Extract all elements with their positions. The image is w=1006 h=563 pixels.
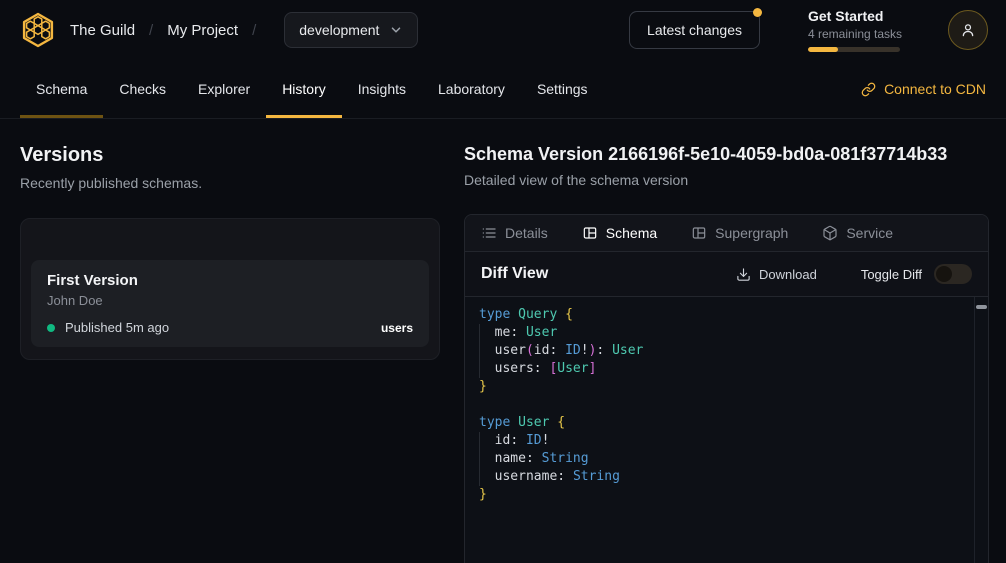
code-line: user(id: ID!): User [479, 342, 970, 360]
version-name: First Version [47, 272, 413, 289]
nav-tab-label: Settings [537, 81, 588, 97]
connect-to-cdn-link[interactable]: Connect to CDN [861, 60, 986, 118]
version-meta: Published 5m ago users [47, 320, 413, 335]
target-selector-value: development [299, 22, 379, 38]
tab-label: Details [505, 225, 548, 241]
code-line: username: String [479, 468, 970, 486]
download-label: Download [759, 267, 817, 282]
nav-tab-schema[interactable]: Schema [20, 60, 103, 118]
nav-tab-label: Insights [358, 81, 406, 97]
get-started-progress-fill [808, 47, 838, 52]
breadcrumb-org[interactable]: The Guild [70, 22, 135, 39]
list-icon [481, 225, 497, 241]
latest-changes-button[interactable]: Latest changes [629, 11, 760, 49]
code-scrollbar-thumb[interactable] [976, 305, 987, 309]
nav-tab-laboratory[interactable]: Laboratory [422, 60, 521, 118]
connect-to-cdn-label: Connect to CDN [884, 81, 986, 97]
version-list-item[interactable]: First Version John Doe Published 5m ago … [31, 260, 429, 347]
link-icon [861, 82, 876, 97]
tab-supergraph[interactable]: Supergraph [691, 225, 788, 241]
download-icon [736, 267, 751, 282]
versions-subtitle: Recently published schemas. [20, 175, 440, 191]
code-line: } [479, 378, 970, 396]
version-service-badge: users [381, 321, 413, 335]
tab-label: Service [846, 225, 893, 241]
get-started-widget[interactable]: Get Started 4 remaining tasks [808, 8, 900, 52]
diff-view-toolbar: Diff View Download Toggle Diff [465, 252, 988, 297]
nav-tab-checks[interactable]: Checks [103, 60, 182, 118]
hive-logo-icon[interactable] [18, 10, 58, 50]
code-line: me: User [479, 324, 970, 342]
app-screen: The Guild / My Project / development Lat… [0, 0, 1006, 563]
target-selector-dropdown[interactable]: development [284, 12, 418, 48]
columns-icon [582, 225, 598, 241]
get-started-subtitle: 4 remaining tasks [808, 27, 900, 41]
diff-view-title: Diff View [481, 265, 548, 283]
person-icon [959, 21, 977, 39]
notification-dot [753, 8, 762, 17]
tab-details[interactable]: Details [481, 225, 548, 241]
detail-tabs: Details Schema Sup [465, 215, 988, 252]
cube-icon [822, 225, 838, 241]
nav-tab-label: Schema [36, 81, 87, 97]
code-scrollbar[interactable] [974, 297, 988, 563]
versions-list: First Version John Doe Published 5m ago … [20, 218, 440, 360]
code-line: id: ID! [479, 432, 970, 450]
tab-service[interactable]: Service [822, 225, 893, 241]
toggle-knob [936, 266, 952, 282]
chevron-down-icon [389, 23, 403, 37]
schema-version-detail: Schema Version 2166196f-5e10-4059-bd0a-0… [464, 144, 989, 563]
toggle-diff-switch[interactable] [934, 264, 972, 284]
tab-label: Supergraph [715, 225, 788, 241]
code-line: name: String [479, 450, 970, 468]
code-line: } [479, 486, 970, 504]
tab-label: Schema [606, 225, 657, 241]
versions-panel: Versions Recently published schemas. Fir… [20, 144, 440, 360]
code-line [479, 396, 970, 414]
nav-tab-label: Explorer [198, 81, 250, 97]
nav-tab-history[interactable]: History [266, 60, 342, 118]
download-button[interactable]: Download [736, 267, 817, 282]
user-avatar[interactable] [948, 10, 988, 50]
published-status-dot [47, 324, 55, 332]
nav-tab-settings[interactable]: Settings [521, 60, 604, 118]
versions-title: Versions [20, 144, 440, 167]
columns-icon [691, 225, 707, 241]
nav-tab-label: Laboratory [438, 81, 505, 97]
sdl-code[interactable]: type Query { me: User user(id: ID!): Use… [465, 297, 988, 563]
breadcrumb-project[interactable]: My Project [167, 22, 238, 39]
schema-version-subtitle: Detailed view of the schema version [464, 172, 989, 188]
nav-tab-explorer[interactable]: Explorer [182, 60, 266, 118]
tab-schema[interactable]: Schema [582, 225, 657, 241]
get-started-progress-bar [808, 47, 900, 52]
version-author: John Doe [47, 293, 413, 308]
schema-detail-panel: Details Schema Sup [464, 214, 989, 563]
get-started-title: Get Started [808, 8, 900, 24]
header: The Guild / My Project / development Lat… [0, 0, 1006, 60]
target-nav: Schema Checks Explorer History Insights … [0, 60, 1006, 119]
nav-tab-insights[interactable]: Insights [342, 60, 422, 118]
version-status: Published 5m ago [65, 320, 169, 335]
toggle-diff-label: Toggle Diff [861, 267, 922, 282]
breadcrumb-separator: / [238, 22, 270, 39]
breadcrumb-separator: / [135, 22, 167, 39]
nav-tab-label: Checks [119, 81, 166, 97]
code-line: users: [User] [479, 360, 970, 378]
latest-changes-label: Latest changes [647, 22, 742, 38]
schema-version-title: Schema Version 2166196f-5e10-4059-bd0a-0… [464, 144, 989, 165]
code-line: type User { [479, 414, 970, 432]
nav-tab-label: History [282, 81, 326, 97]
code-line: type Query { [479, 306, 970, 324]
